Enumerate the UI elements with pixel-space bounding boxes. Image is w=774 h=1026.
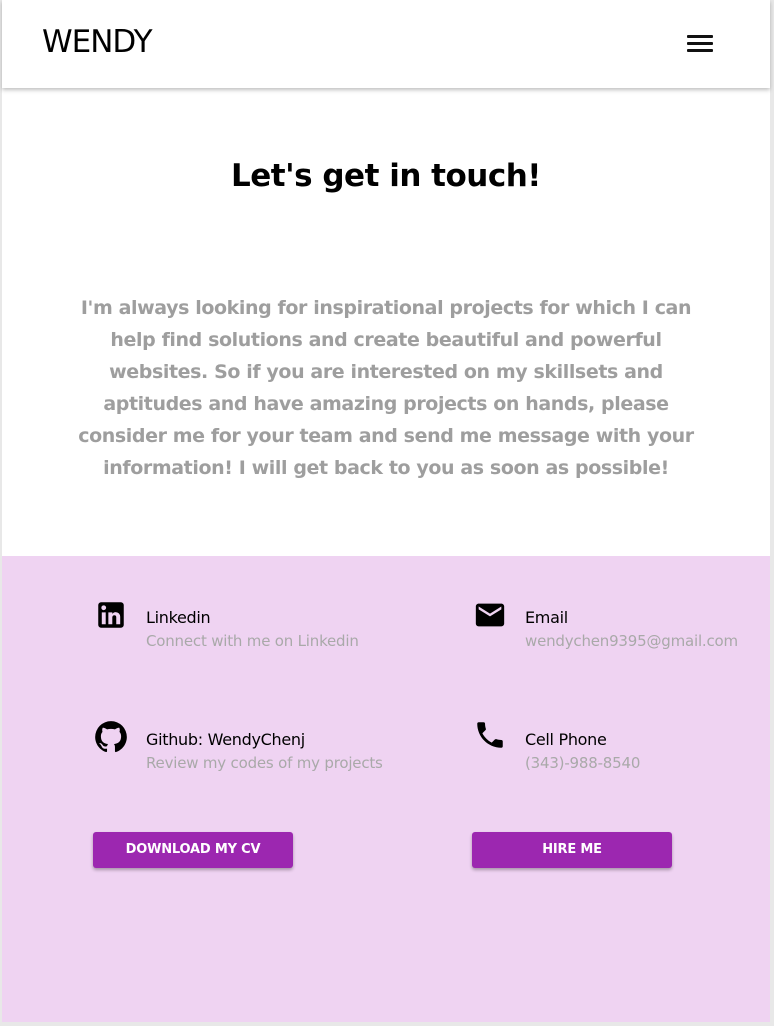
phone-icon (473, 718, 507, 752)
page: WENDY Let's get in touch! I'm always loo… (2, 0, 770, 1022)
hamburger-menu-icon[interactable] (682, 28, 718, 60)
hire-me-button[interactable]: HIRE ME (472, 832, 672, 868)
contact-subtitle: (343)-988-8540 (525, 754, 641, 772)
page-title: Let's get in touch! (231, 158, 541, 194)
contact-subtitle: Connect with me on Linkedin (146, 632, 359, 650)
github-icon (92, 718, 127, 753)
contact-title: Email (525, 608, 568, 627)
contact-section: Linkedin Connect with me on Linkedin Ema… (2, 556, 770, 1022)
contact-subtitle: Review my codes of my projects (146, 754, 383, 772)
email-icon (473, 598, 507, 632)
download-cv-button[interactable]: DOWNLOAD MY CV (93, 832, 293, 868)
contact-title: Linkedin (146, 608, 211, 627)
app-bar: WENDY (2, 0, 770, 88)
brand-logo[interactable]: WENDY (42, 24, 153, 60)
intro-paragraph: I'm always looking for inspirational pro… (78, 297, 694, 479)
contact-title: Cell Phone (525, 730, 607, 749)
contact-title: Github: WendyChenj (146, 730, 305, 749)
linkedin-icon (94, 598, 128, 632)
contact-subtitle: wendychen9395@gmail.com (525, 632, 738, 650)
